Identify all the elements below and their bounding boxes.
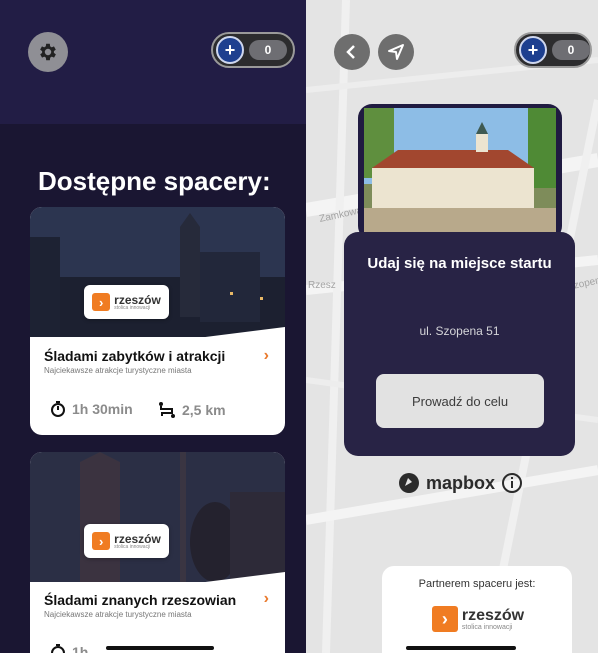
walk-name: Śladami znanych rzeszowian <box>44 592 237 608</box>
partner-logo: › rzeszów stolica innowacji <box>426 602 530 636</box>
start-address: ul. Szopena 51 <box>419 324 500 338</box>
walk-card-image <box>30 452 285 582</box>
chevron-right-icon[interactable]: › <box>264 590 269 608</box>
walk-subtitle: Najciekawsze atrakcje turystyczne miasta <box>44 610 192 619</box>
partner-card: Partnerem spaceru jest: › rzeszów stolica… <box>382 566 572 653</box>
settings-button[interactable] <box>28 32 68 72</box>
coin-plus-icon: + <box>519 36 547 64</box>
navigation-arrow-icon <box>388 44 404 60</box>
partner-label: Partnerem spaceru jest: <box>418 578 536 590</box>
timer-icon <box>51 644 65 653</box>
walk-name: Śladami zabytków i atrakcji <box>44 348 226 364</box>
start-title: Udaj się na miejsce startu <box>367 255 552 272</box>
walk-list-screen: + 0 Dostępne spacery: › rzeszów stolica i… <box>0 0 306 653</box>
rzeszow-logo: › rzeszów stolica innowacji <box>84 524 169 558</box>
walk-distance: 2,5 km <box>158 401 226 419</box>
gear-icon <box>40 43 56 61</box>
coin-plus-icon: + <box>216 36 244 64</box>
mapbox-logo-icon <box>399 473 419 493</box>
points-value: 0 <box>249 40 287 60</box>
place-photo-card <box>358 104 562 240</box>
chevron-right-icon[interactable]: › <box>264 347 269 365</box>
walk-duration: 1h <box>50 644 88 653</box>
points-value: 0 <box>552 40 590 60</box>
back-chevron-icon <box>346 45 355 59</box>
start-point-panel: Udaj się na miejsce startu ul. Szopena 5… <box>344 232 575 456</box>
walk-card-1[interactable]: › rzeszów stolica innowacji Śladami zabyt… <box>30 207 285 435</box>
walk-subtitle: Najciekawsze atrakcje turystyczne miasta <box>44 366 192 375</box>
mapbox-attribution[interactable]: mapbox <box>398 472 523 494</box>
walk-card-2[interactable]: › rzeszów stolica innowacji Śladami znany… <box>30 452 285 653</box>
points-counter[interactable]: + 0 <box>514 32 592 68</box>
walk-duration: 1h 30min <box>50 401 133 417</box>
castle-photo <box>364 108 556 236</box>
start-point-screen: Zamkowa Rzesz Szopena + 0 Udaj się na mi… <box>306 0 598 653</box>
route-icon <box>159 402 175 418</box>
home-indicator <box>106 646 214 650</box>
navigate-button[interactable]: Prowadź do celu <box>376 374 544 428</box>
page-title: Dostępne spacery: <box>38 166 271 196</box>
info-icon[interactable] <box>501 472 523 494</box>
points-counter[interactable]: + 0 <box>211 32 295 68</box>
rzeszow-logo: › rzeszów stolica innowacji <box>84 285 169 319</box>
home-indicator <box>406 646 516 650</box>
back-button[interactable] <box>334 34 370 70</box>
timer-icon <box>51 401 65 417</box>
locate-button[interactable] <box>378 34 414 70</box>
map-label: Rzesz <box>308 280 336 291</box>
